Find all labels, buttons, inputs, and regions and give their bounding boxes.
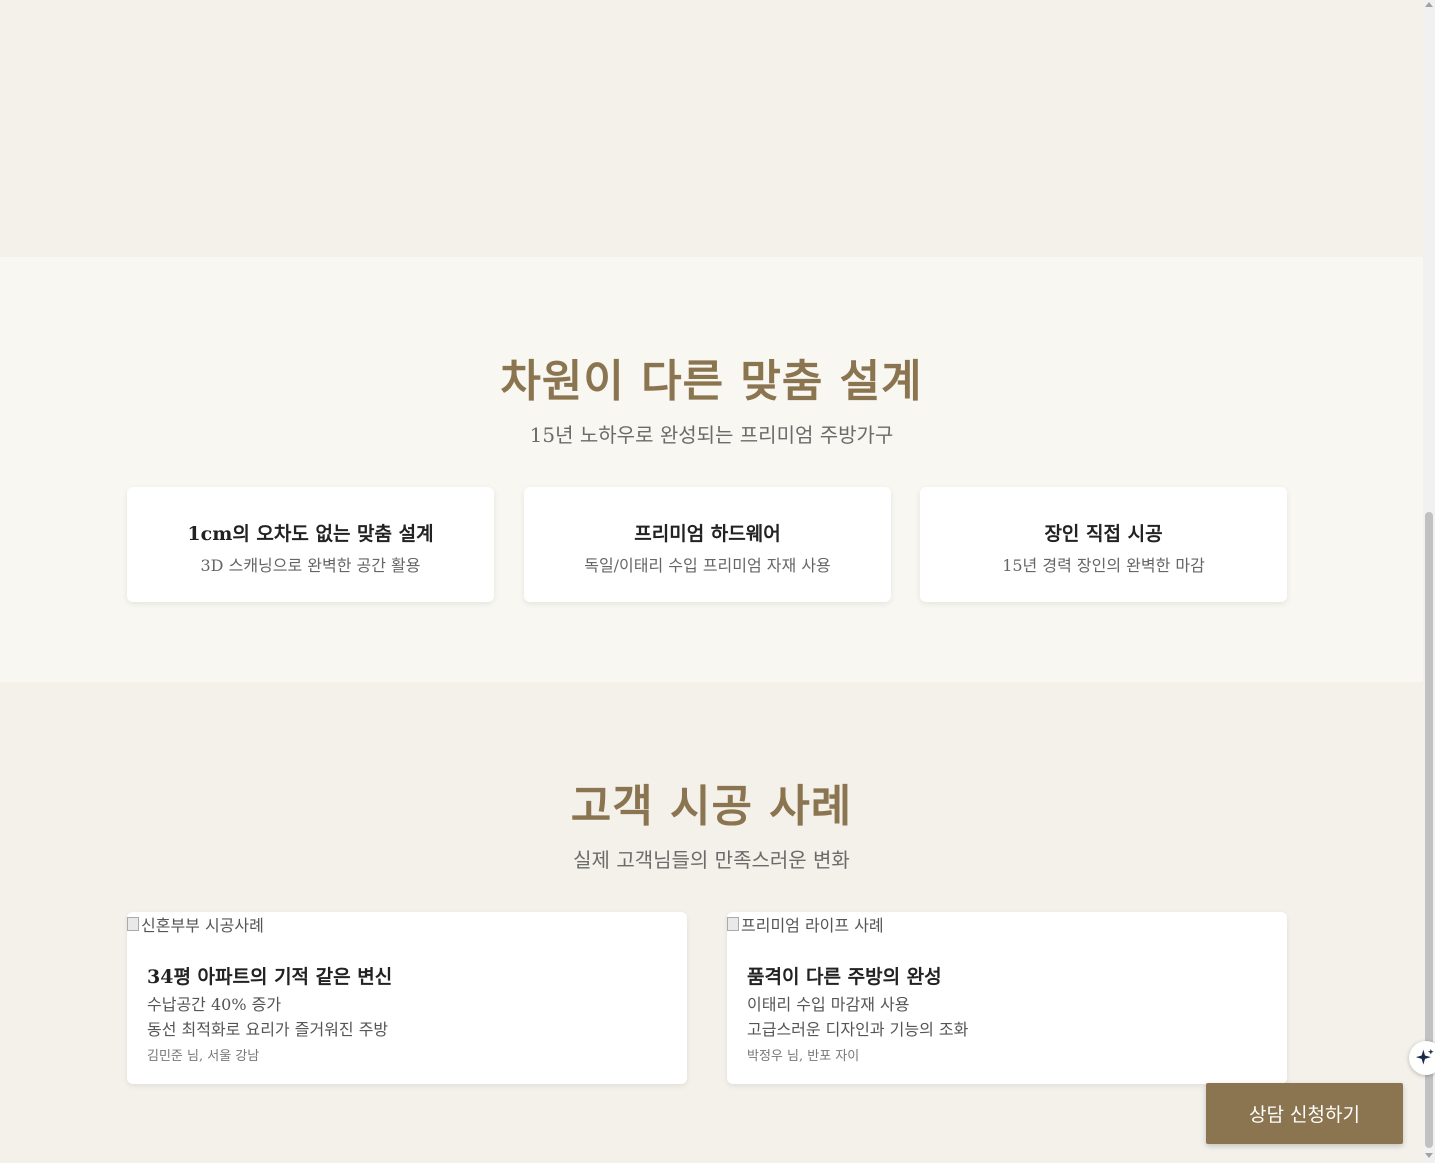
features-title: 차원이 다른 맞춤 설계: [500, 356, 923, 407]
feature-card-title: 장인 직접 시공: [1044, 523, 1163, 545]
case-title: 34평 아파트의 기적 같은 변신: [147, 966, 393, 988]
case-image: 신혼부부 시공사례: [127, 912, 264, 936]
case-detail-1: 이태리 수입 마감재 사용: [747, 995, 910, 1014]
case-image-alt: 신혼부부 시공사례: [141, 916, 264, 935]
cases-subtitle: 실제 고객님들의 만족스러운 변화: [573, 848, 850, 872]
sparkle-icon: [1415, 1048, 1434, 1065]
features-section: 차원이 다른 맞춤 설계 15년 노하우로 완성되는 프리미엄 주방가구 1cm…: [0, 257, 1423, 682]
feature-card-custom-design: 1cm의 오차도 없는 맞춤 설계 3D 스캐닝으로 완벽한 공간 활용: [127, 487, 494, 602]
feature-card-title: 프리미엄 하드웨어: [634, 523, 781, 545]
case-detail-2: 고급스러운 디자인과 기능의 조화: [747, 1020, 969, 1039]
case-author: 박정우 님, 반포 자이: [747, 1049, 860, 1064]
feature-card-desc: 3D 스캐닝으로 완벽한 공간 활용: [200, 556, 421, 575]
feature-card-hardware: 프리미엄 하드웨어 독일/이태리 수입 프리미엄 자재 사용: [524, 487, 891, 602]
case-image-alt: 프리미엄 라이프 사례: [741, 916, 884, 935]
feature-card-title: 1cm의 오차도 없는 맞춤 설계: [187, 523, 434, 545]
top-band: [0, 0, 1423, 257]
scroll-up-icon[interactable]: [1425, 2, 1433, 7]
feature-card-desc: 15년 경력 장인의 완벽한 마감: [1002, 556, 1205, 575]
scroll-down-icon[interactable]: [1425, 1153, 1433, 1158]
consultation-button[interactable]: 상담 신청하기: [1206, 1083, 1403, 1144]
case-detail-2: 동선 최적화로 요리가 즐거워진 주방: [147, 1020, 389, 1039]
case-title: 품격이 다른 주방의 완성: [747, 966, 942, 988]
case-author: 김민준 님, 서울 강남: [147, 1049, 260, 1064]
case-card-newlyweds[interactable]: 신혼부부 시공사례 34평 아파트의 기적 같은 변신 수납공간 40% 증가 …: [127, 912, 687, 1084]
broken-image-icon: [127, 917, 139, 931]
case-detail-1: 수납공간 40% 증가: [147, 995, 282, 1014]
features-subtitle: 15년 노하우로 완성되는 프리미엄 주방가구: [529, 423, 894, 447]
broken-image-icon: [727, 917, 739, 931]
case-image: 프리미엄 라이프 사례: [727, 912, 884, 936]
feature-card-desc: 독일/이태리 수입 프리미엄 자재 사용: [584, 556, 831, 575]
assistant-button[interactable]: [1409, 1041, 1435, 1075]
cases-title: 고객 시공 사례: [570, 781, 853, 832]
case-card-premium[interactable]: 프리미엄 라이프 사례 품격이 다른 주방의 완성 이태리 수입 마감재 사용 …: [727, 912, 1287, 1084]
page: 차원이 다른 맞춤 설계 15년 노하우로 완성되는 프리미엄 주방가구 1cm…: [0, 0, 1423, 1163]
feature-card-installation: 장인 직접 시공 15년 경력 장인의 완벽한 마감: [920, 487, 1287, 602]
